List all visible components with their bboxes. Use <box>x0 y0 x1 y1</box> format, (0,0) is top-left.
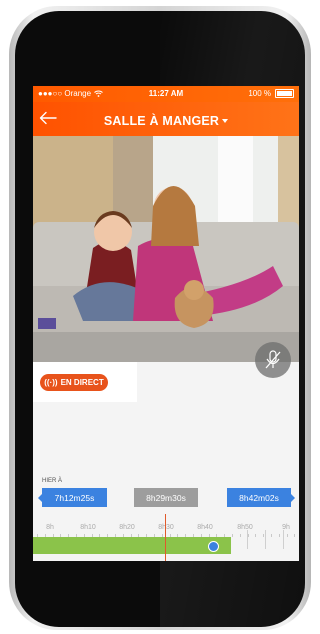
camera-video-feed[interactable] <box>33 136 299 362</box>
status-bar: ●●●○○ Orange 11:27 AM 100 % <box>33 86 299 102</box>
tick-label: 8h40 <box>197 524 213 531</box>
page-title: SALLE À MANGER <box>103 114 220 128</box>
scrub-handle[interactable] <box>208 541 219 552</box>
timeline-gap-marker <box>247 530 248 549</box>
tick-label: 8h30 <box>158 524 174 531</box>
start-time-chip[interactable]: 7h12m25s <box>38 488 107 507</box>
timeline-scrubber[interactable]: 8h 8h10 8h20 8h30 8h40 8h50 9h <box>33 514 299 561</box>
video-frame-image <box>33 136 299 362</box>
minor-tick <box>232 534 233 537</box>
tick-label: 8h50 <box>237 524 253 531</box>
end-time-chip[interactable]: 8h42m02s <box>227 488 295 507</box>
tick-label: 8h <box>46 524 54 531</box>
timeline-gap-marker <box>283 530 284 549</box>
minor-tick <box>239 534 241 537</box>
tick-label: 8h10 <box>80 524 96 531</box>
minor-tick <box>271 534 272 537</box>
status-right: 100 % <box>248 89 294 98</box>
current-time-label: 8h29m30s <box>146 492 186 503</box>
battery-percent: 100 % <box>248 89 271 98</box>
end-time-label: 8h42m02s <box>239 492 279 503</box>
minor-tick <box>255 534 257 537</box>
minor-tick <box>278 534 280 537</box>
tick-label: 8h20 <box>119 524 135 531</box>
start-time-label: 7h12m25s <box>54 492 95 503</box>
live-signal-icon: ((·)) <box>44 378 58 387</box>
minor-tick <box>294 534 296 537</box>
chevron-down-icon <box>222 119 229 123</box>
current-time-chip: 8h29m30s <box>134 488 198 507</box>
live-button[interactable]: ((·)) EN DIRECT <box>40 374 108 391</box>
playhead-cursor[interactable] <box>165 514 166 561</box>
live-button-label: EN DIRECT <box>60 378 104 387</box>
minor-tick <box>286 534 288 537</box>
battery-icon <box>275 89 294 98</box>
app-header: SALLE À MANGER <box>33 102 299 136</box>
microphone-off-icon <box>265 350 281 369</box>
room-selector[interactable]: SALLE À MANGER <box>33 112 299 130</box>
microphone-mute-button[interactable] <box>255 342 291 378</box>
app-screen: ●●●○○ Orange 11:27 AM 100 % SALLE À MANG… <box>33 86 299 561</box>
day-label: HIER À <box>42 478 63 484</box>
recording-segment[interactable] <box>33 537 231 554</box>
timeline-gap-marker <box>265 530 266 549</box>
